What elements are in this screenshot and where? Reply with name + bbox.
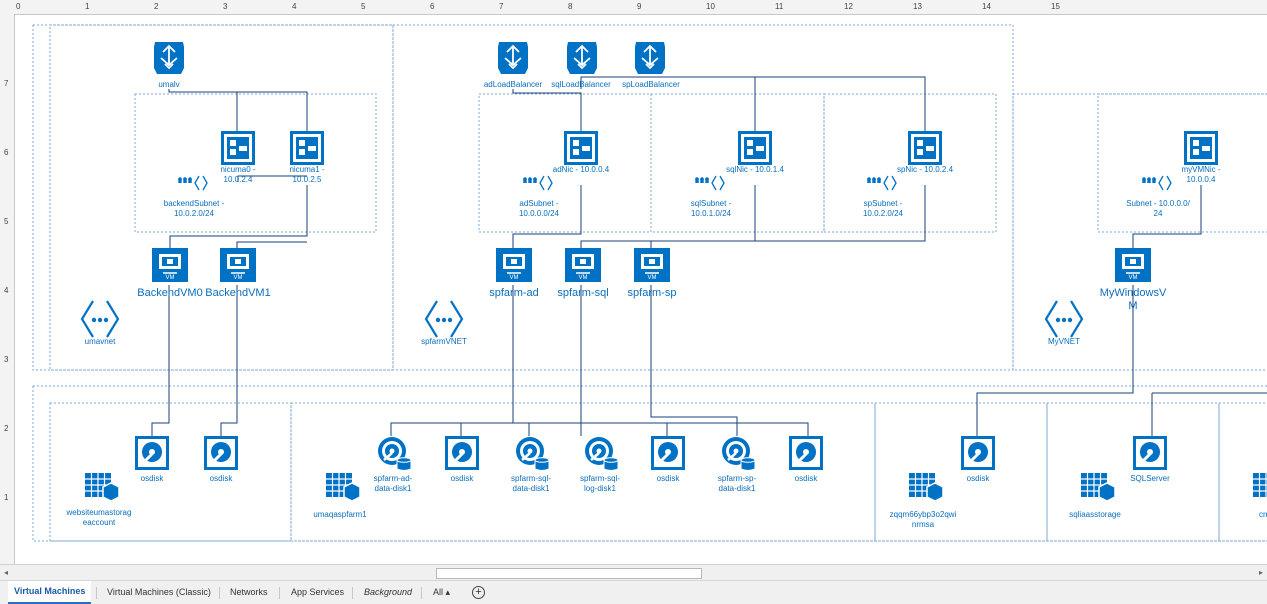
scrollbar-thumb[interactable] xyxy=(436,568,702,579)
tab-networks[interactable]: Networks xyxy=(224,581,274,604)
nic-icon[interactable] xyxy=(908,131,942,165)
shape-label: nicuma1 - 10.0.2.5 xyxy=(289,165,325,184)
vnet-icon[interactable] xyxy=(80,299,120,339)
ruler-tick-label: 12 xyxy=(844,2,853,11)
vm-badge: VM xyxy=(510,275,519,281)
ruler-tick-label: 11 xyxy=(775,2,784,11)
tab-virtual-machines-classic[interactable]: Virtual Machines (Classic) xyxy=(101,581,217,604)
vm-badge: VM xyxy=(234,275,243,281)
shape-label: spLoadBalancer xyxy=(622,80,680,89)
ruler-tick-label: 6 xyxy=(430,2,435,11)
shape-label: osdisk xyxy=(209,474,233,483)
shape-label: sqlSubnet - 10.0.1.0/24 xyxy=(690,199,732,218)
disk-icon[interactable] xyxy=(443,434,481,472)
shape-label: umaqaspfarm1 xyxy=(313,510,367,519)
ruler-tick-label: 1 xyxy=(4,493,9,502)
disk-icon[interactable] xyxy=(514,435,551,472)
ruler-tick-label: 5 xyxy=(4,217,9,226)
ruler-tick-label: 7 xyxy=(499,2,504,11)
disk-icon[interactable] xyxy=(376,435,413,472)
shape-label: spfarmVNET xyxy=(421,337,467,346)
ruler-tick-label: 8 xyxy=(568,2,573,11)
shape-label: osdisk xyxy=(794,474,818,483)
vm-badge: VM xyxy=(648,275,657,281)
vm-badge: VM xyxy=(579,275,588,281)
load-balancer-icon[interactable] xyxy=(634,41,666,75)
ruler-tick-label: 4 xyxy=(4,286,9,295)
load-balancer-icon[interactable] xyxy=(566,41,598,75)
disk-icon[interactable] xyxy=(202,434,240,472)
disk-icon[interactable] xyxy=(133,434,171,472)
load-balancer-icon[interactable] xyxy=(497,41,529,75)
ruler-tick-label: 1 xyxy=(85,2,90,11)
nic-icon[interactable] xyxy=(290,131,324,165)
tab-background[interactable]: Background xyxy=(358,581,418,604)
shape-label: websiteumastorag eaccount xyxy=(66,508,132,527)
ruler-tick-label: 10 xyxy=(706,2,715,11)
shape-label: sqlNic - 10.0.1.4 xyxy=(726,165,784,174)
subnet-icon[interactable] xyxy=(866,175,897,191)
shape-label: Subnet - 10.0.0.0/ 24 xyxy=(1126,199,1190,218)
shape-label: umavnet xyxy=(84,337,116,346)
vm-badge: VM xyxy=(1129,275,1138,281)
disk-icon[interactable] xyxy=(583,435,620,472)
disk-icon[interactable] xyxy=(1131,434,1169,472)
shape-label: MyVNET xyxy=(1048,337,1080,346)
storage-account-icon[interactable] xyxy=(1252,472,1267,502)
shape-label: MyWindowsV M xyxy=(1099,287,1167,312)
load-balancer-icon[interactable] xyxy=(153,41,185,75)
nic-icon[interactable] xyxy=(738,131,772,165)
ruler-tick-label: 2 xyxy=(154,2,159,11)
ruler-tick-label: 4 xyxy=(292,2,297,11)
shape-label: spNic - 10.0.2.4 xyxy=(896,165,954,174)
vnet-icon[interactable] xyxy=(424,299,464,339)
shape-label: spSubnet - 10.0.2.0/24 xyxy=(862,199,904,218)
shape-label: crmr xyxy=(1259,510,1267,519)
ruler-tick-label: 0 xyxy=(16,2,21,11)
disk-icon[interactable] xyxy=(959,434,997,472)
nic-icon[interactable] xyxy=(221,131,255,165)
tab-all-dropdown[interactable]: All ▴ xyxy=(427,581,456,604)
shape-label: sqliaasstorage xyxy=(1069,510,1121,519)
shape-label: adNic - 10.0.0.4 xyxy=(552,165,610,174)
nic-icon[interactable] xyxy=(1184,131,1218,165)
add-page-icon[interactable]: + xyxy=(472,586,485,599)
nic-icon[interactable] xyxy=(564,131,598,165)
vnet-icon[interactable] xyxy=(1044,299,1084,339)
shape-label: osdisk xyxy=(966,474,990,483)
horizontal-ruler: 0 1 2 3 4 5 6 7 8 9 10 11 12 13 14 15 xyxy=(0,0,1267,15)
shape-label: zqqm66ybp3o2qwi nrmsa xyxy=(889,510,957,529)
horizontal-scrollbar[interactable]: ◂ ▸ xyxy=(0,564,1267,580)
ruler-tick-label: 13 xyxy=(913,2,922,11)
ruler-tick-label: 15 xyxy=(1051,2,1060,11)
tab-app-services[interactable]: App Services xyxy=(285,581,350,604)
shape-label: umalv xyxy=(158,80,180,89)
ruler-tick-label: 5 xyxy=(361,2,366,11)
page-tab-bar: Virtual Machines Virtual Machines (Class… xyxy=(0,580,1267,604)
subnet-icon[interactable] xyxy=(522,175,553,191)
ruler-tick-label: 6 xyxy=(4,148,9,157)
vm-badge: VM xyxy=(166,275,175,281)
tab-virtual-machines[interactable]: Virtual Machines xyxy=(8,581,92,604)
scroll-left-icon[interactable]: ◂ xyxy=(4,568,8,577)
ruler-tick-label: 9 xyxy=(637,2,642,11)
disk-icon[interactable] xyxy=(720,435,757,472)
shape-label: SQLServer xyxy=(1130,474,1170,483)
shape-label: BackendVM1 xyxy=(205,287,271,299)
shape-label: backendSubnet - 10.0.2.0/24 xyxy=(163,199,225,218)
shape-label: adSubnet - 10.0.0.0/24 xyxy=(518,199,560,218)
ruler-tick-label: 3 xyxy=(223,2,228,11)
shape-label: myVMNic - 10.0.0.4 xyxy=(1181,165,1221,184)
ruler-tick-label: 2 xyxy=(4,424,9,433)
ruler-tick-label: 14 xyxy=(982,2,991,11)
ruler-tick-label: 7 xyxy=(4,79,9,88)
disk-icon[interactable] xyxy=(787,434,825,472)
vertical-ruler: 7 6 5 4 3 2 1 xyxy=(0,14,15,564)
shape-label: spfarm-sp xyxy=(627,287,677,299)
disk-icon[interactable] xyxy=(649,434,687,472)
subnet-icon[interactable] xyxy=(694,175,725,191)
scroll-right-icon[interactable]: ▸ xyxy=(1259,568,1263,577)
diagram-canvas[interactable]: VM VM VM VM VM VM umalv adLoadBalancer sqlLoadB… xyxy=(15,15,1267,564)
ruler-tick-label: 3 xyxy=(4,355,9,364)
